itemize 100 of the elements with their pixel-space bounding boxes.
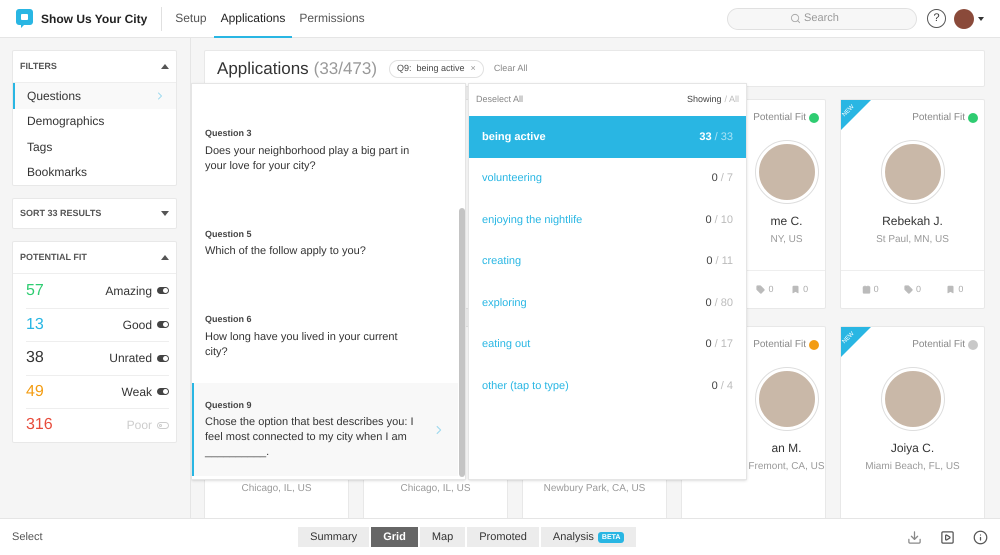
option-total: / 4 [720,378,733,394]
info-icon[interactable] [973,530,988,544]
count-text: 0 [768,282,774,296]
option-count: 0 [712,171,718,186]
bookmark-icon [791,285,800,294]
toggle-switch[interactable] [157,388,169,396]
option-count: 0 [706,337,712,352]
filter-item[interactable]: Demographics [13,108,176,134]
fit-count: 57 [26,280,44,301]
option-label: creating [482,254,522,269]
nav-tab[interactable]: Setup [168,0,214,38]
fit-label: Unrated [109,350,152,368]
question-item[interactable]: Question 6 How long have you lived in your current city? [192,290,458,383]
count-text: 0 [874,282,879,296]
photo-placeholder [882,141,944,203]
answer-option[interactable]: other (tap to type) 0 / 4 [469,365,746,406]
answer-option[interactable]: enjoying the nightlife 0 / 10 [469,199,746,240]
fit-label: Potential Fit [912,338,965,352]
fit-count: 49 [26,382,44,402]
photo-placeholder [756,141,818,203]
view-tab[interactable]: Grid [371,527,418,547]
fit-count: 38 [26,348,44,368]
question-number: Question 5 [205,228,253,241]
caret-icon[interactable] [978,16,984,20]
question-text: Which of the follow apply to you? [205,244,367,260]
option-count: 0 [712,378,718,394]
question-number: Question 9 [205,398,253,412]
filter-chip[interactable]: Q9: being active × [389,60,484,78]
answer-option[interactable]: eating out 0 / 17 [469,324,746,365]
search-field[interactable]: Search [727,8,917,30]
clear-all-link[interactable]: Clear All [494,62,528,76]
question-text: How long have you lived in your current city? [205,330,399,360]
filter-item[interactable]: Bookmarks [13,160,176,185]
view-tab[interactable]: Summary [298,527,370,547]
option-total: / 10 [714,212,733,228]
applicant-name: an M. [771,440,802,457]
applicant-name: Rebekah J. [882,213,943,230]
view-tab[interactable]: Map [420,527,466,547]
search-input[interactable]: Search [804,10,854,27]
answer-option[interactable]: exploring 0 / 80 [469,282,746,324]
option-total: / 7 [720,171,733,186]
applicant-location: St Paul, MN, US [876,233,949,247]
deselect-all-link[interactable]: Deselect All [476,93,524,107]
answer-option[interactable]: volunteering 0 / 7 [469,158,746,199]
nav-tab[interactable]: Permissions [292,0,372,38]
option-count: 0 [706,254,712,269]
applicant-location: Newbury Park, CA, US [544,482,646,496]
option-label: enjoying the nightlife [482,212,582,228]
tag-icon [904,285,913,294]
toggle-switch[interactable] [157,321,169,328]
toggle-switch[interactable] [157,287,169,294]
question-number: Question 6 [205,313,253,326]
download-icon[interactable] [907,530,922,544]
applicant-location: Miami Beach, FL, US [865,460,960,474]
photo-placeholder [756,368,818,430]
option-label: volunteering [482,171,542,186]
view-tab[interactable]: Promoted [467,527,539,547]
sort-card[interactable]: SORT 33 RESULTS [12,198,177,229]
applicant-location: Chicago, IL, US [241,482,312,496]
question-number: Question 3 [205,127,253,140]
avatar-placeholder[interactable] [954,8,974,28]
app-name: Show Us Your City [41,10,148,28]
fit-label: Good [122,316,152,334]
question-text: Chose the option that best describes you: I feel most connected to my city when I am __________. [205,415,415,460]
filter-item[interactable]: Questions [13,83,176,108]
question-item[interactable]: Question 5 Which of the follow apply to you? [192,197,458,290]
count-text: 0 [958,282,964,296]
toggle-switch[interactable] [157,422,169,429]
fit-label: Amazing [105,282,152,300]
fit-label: Weak [122,384,152,401]
collapse-caret-icon[interactable] [161,64,169,69]
toggle-switch[interactable] [157,354,169,362]
tag-icon [756,285,766,294]
collapse-caret-icon[interactable] [161,255,169,260]
option-total: / 33 [714,130,733,144]
question-item[interactable]: Question 3 Does your neighborhood play a big part in your love for your city? [192,104,458,197]
option-count: 0 [706,212,712,228]
section-title: POTENTIAL FIT [20,250,87,264]
section-title: FILTERS [20,60,57,73]
count-text: 0 [803,282,808,296]
question-item[interactable]: Question 9 Chose the option that best describes you: I feel most connected to my city when I am __________. [192,383,458,476]
expand-caret-icon[interactable] [161,211,169,216]
photo-placeholder [882,368,944,430]
help-button[interactable]: ? [927,9,946,28]
option-label: being active [482,130,546,144]
logo-icon [16,9,33,28]
applicant-name: me C. [770,213,802,230]
scrollbar-thumb[interactable] [458,208,464,477]
filter-item[interactable]: Tags [13,134,176,160]
play-icon[interactable] [940,530,955,544]
option-label: eating out [482,337,530,352]
applicant-name: Joiya C. [890,440,934,457]
select-label[interactable]: Select [12,528,43,546]
option-total: / 11 [715,254,733,269]
answer-option[interactable]: creating 0 / 11 [469,240,746,282]
page-title: Applications [217,58,309,80]
fit-label: Potential Fit [753,111,806,125]
option-count: 33 [699,130,712,144]
option-total: / 17 [714,337,733,352]
option-label: other (tap to type) [482,378,569,394]
